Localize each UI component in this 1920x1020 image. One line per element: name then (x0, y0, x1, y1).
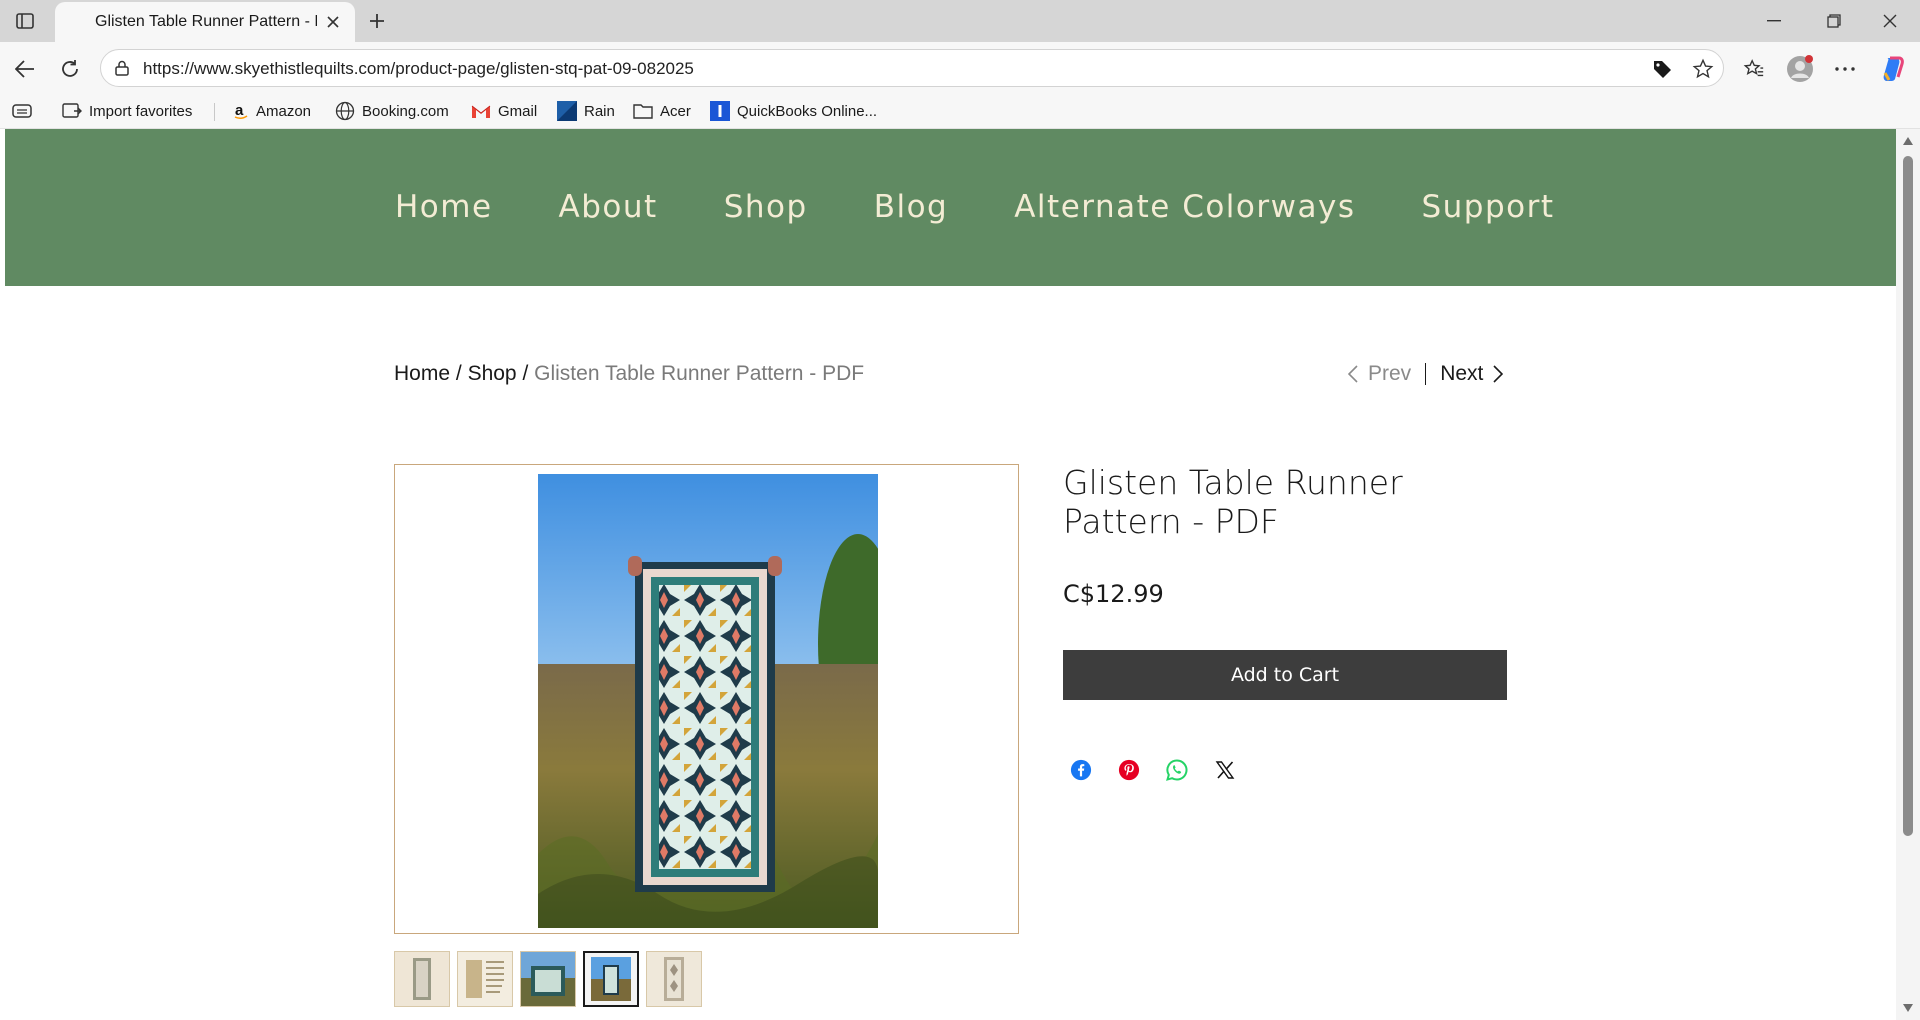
add-to-cart-button[interactable]: Add to Cart (1063, 650, 1507, 700)
nav-about[interactable]: About (559, 189, 658, 225)
prev-label: Prev (1368, 362, 1412, 385)
product-photo[interactable] (538, 474, 878, 928)
quickbooks-icon (710, 101, 730, 121)
breadcrumb-separator: / (522, 362, 529, 385)
next-product-link[interactable]: Next (1440, 362, 1504, 386)
thumbnail-4[interactable] (583, 951, 639, 1007)
active-tab[interactable]: Glisten Table Runner Pattern - PDF (55, 2, 355, 42)
close-window-icon[interactable] (1860, 0, 1920, 42)
main-navigation: Home About Shop Blog Alternate Colorways… (395, 189, 1555, 225)
favorite-booking[interactable]: Booking.com (335, 100, 449, 122)
scroll-down-icon[interactable] (1902, 1002, 1914, 1014)
minimize-icon[interactable] (1744, 0, 1804, 42)
close-tab-icon[interactable] (321, 10, 345, 34)
x-icon[interactable] (1211, 756, 1239, 784)
scroll-up-icon[interactable] (1902, 135, 1914, 147)
new-tab-icon[interactable] (362, 7, 392, 35)
nav-blog[interactable]: Blog (874, 189, 949, 225)
favorite-star-icon[interactable] (1689, 55, 1717, 83)
favorite-acer[interactable]: Acer (633, 100, 691, 122)
favorites-icon[interactable] (1737, 52, 1771, 86)
product-pager: Prev Next (1348, 362, 1504, 386)
breadcrumb-shop[interactable]: Shop (468, 362, 517, 385)
url-text[interactable]: https://www.skyethistlequilts.com/produc… (143, 59, 694, 79)
favorite-label: Gmail (498, 102, 538, 120)
next-label: Next (1440, 362, 1484, 385)
favorite-gmail[interactable]: Gmail (471, 100, 537, 122)
nav-shop[interactable]: Shop (724, 189, 808, 225)
facebook-icon[interactable] (1067, 756, 1095, 784)
favorite-rain[interactable]: Rain (557, 100, 615, 122)
svg-text:a: a (235, 102, 244, 119)
breadcrumb: Home / Shop / Glisten Table Runner Patte… (394, 362, 864, 386)
product-title: Glisten Table Runner Pattern - PDF (1063, 463, 1403, 541)
refresh-icon[interactable] (53, 52, 87, 86)
rain-icon (557, 101, 577, 121)
favorite-label: Booking.com (362, 102, 449, 120)
nav-alternate-colorways[interactable]: Alternate Colorways (1014, 189, 1355, 225)
site-header: Home About Shop Blog Alternate Colorways… (5, 129, 1896, 286)
thumbnail-3[interactable] (520, 951, 576, 1007)
tab-strip: Glisten Table Runner Pattern - PDF (0, 0, 1920, 42)
favorite-import[interactable]: Import favorites (62, 100, 192, 122)
favorites-divider (214, 103, 215, 121)
favorites-bar: Import favorites a Amazon Booking.com Gm… (0, 94, 1920, 129)
page-scrollbar[interactable] (1896, 129, 1920, 1020)
product-price: C$12.99 (1063, 580, 1164, 608)
thumbnail-1[interactable] (394, 951, 450, 1007)
shopping-tag-icon[interactable] (1648, 55, 1676, 83)
globe-icon (335, 101, 355, 121)
breadcrumb-current: Glisten Table Runner Pattern - PDF (534, 362, 865, 385)
share-bar (1067, 756, 1239, 784)
more-options-icon[interactable] (1828, 52, 1862, 86)
favorite-label: Acer (660, 102, 691, 120)
amazon-icon: a (234, 102, 248, 120)
nav-home[interactable]: Home (395, 189, 493, 225)
prev-product-link[interactable]: Prev (1348, 362, 1411, 386)
breadcrumb-separator: / (455, 362, 462, 385)
favorite-amazon[interactable]: a Amazon (233, 100, 311, 122)
browser-toolbar: https://www.skyethistlequilts.com/produc… (0, 42, 1920, 94)
thumbnail-5[interactable] (646, 951, 702, 1007)
favorite-quickbooks[interactable]: QuickBooks Online... (710, 100, 877, 122)
scrollbar-thumb[interactable] (1903, 156, 1913, 836)
favorite-label: Amazon (256, 102, 312, 120)
pinterest-icon[interactable] (1115, 756, 1143, 784)
site-info-icon[interactable] (113, 59, 131, 82)
chevron-left-icon (1348, 365, 1358, 383)
thumbnail-strip (394, 951, 702, 1007)
import-icon (62, 103, 82, 118)
favorite-label: Rain (584, 102, 615, 120)
breadcrumb-home[interactable]: Home (394, 362, 450, 385)
whatsapp-icon[interactable] (1163, 756, 1191, 784)
back-arrow-icon[interactable] (8, 52, 42, 86)
nav-support[interactable]: Support (1421, 189, 1554, 225)
pager-divider (1425, 363, 1427, 385)
thumbnail-2[interactable] (457, 951, 513, 1007)
page-viewport: Home About Shop Blog Alternate Colorways… (5, 129, 1896, 1020)
favorite-label: Import favorites (89, 102, 193, 120)
gmail-icon (471, 105, 491, 118)
chevron-right-icon (1493, 365, 1504, 383)
restore-icon[interactable] (1804, 0, 1864, 42)
product-gallery[interactable] (394, 464, 1019, 934)
address-bar[interactable]: https://www.skyethistlequilts.com/produc… (100, 49, 1724, 87)
folder-icon (633, 104, 653, 119)
copilot-icon[interactable] (1876, 52, 1910, 86)
favorite-label: QuickBooks Online... (737, 102, 878, 120)
favorites-menu-icon[interactable] (12, 100, 32, 122)
profile-avatar[interactable] (1783, 52, 1817, 86)
tab-title: Glisten Table Runner Pattern - PDF (95, 13, 317, 30)
tab-actions-icon[interactable] (10, 7, 40, 35)
